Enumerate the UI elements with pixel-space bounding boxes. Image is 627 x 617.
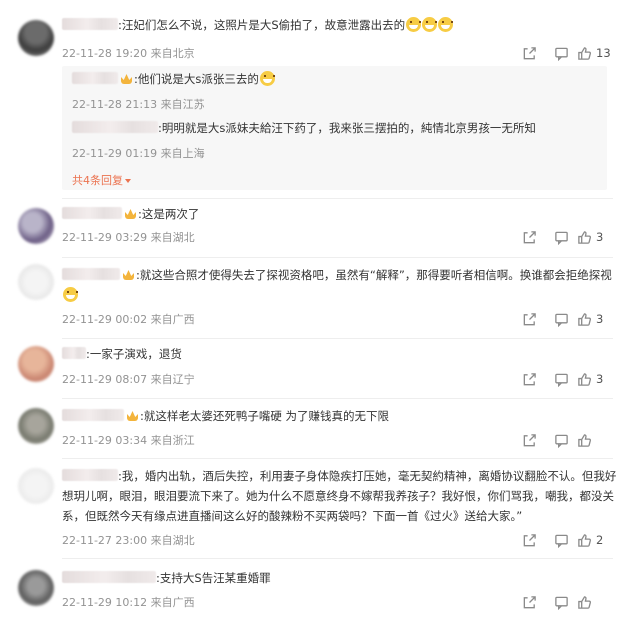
comment-icon[interactable] [545, 593, 577, 611]
like-icon [578, 595, 592, 609]
comment-icon[interactable] [545, 228, 577, 246]
divider [62, 257, 613, 258]
like-button[interactable]: 3 [577, 372, 613, 387]
share-icon[interactable] [513, 431, 545, 449]
comment-icon[interactable] [545, 44, 577, 62]
grin-emoji-icon [406, 17, 422, 32]
share-icon[interactable] [513, 531, 545, 549]
like-button[interactable] [577, 595, 613, 610]
thinking-emoji-icon [63, 287, 78, 302]
crown-badge-icon [127, 411, 138, 421]
divider [62, 558, 613, 559]
reply-list: :他们说是大s派张三去的 22-11-28 21:13 来自江苏 :明明就是大s… [62, 66, 607, 190]
comment-actions: 3 [513, 310, 613, 328]
comment-text: :这是两次了 [62, 205, 607, 224]
comment-actions [513, 593, 613, 611]
like-count: 13 [596, 46, 611, 60]
comment-meta: 22-11-28 19:20 来自北京 [62, 47, 195, 60]
like-icon [578, 372, 592, 386]
grin-emoji-icon [422, 17, 438, 32]
share-icon[interactable] [513, 228, 545, 246]
more-replies-link[interactable]: 共4条回复 [72, 172, 131, 188]
comment-actions: 3 [513, 370, 613, 388]
comment-icon[interactable] [545, 431, 577, 449]
reply-item: :明明就是大s派妹夫給汪下药了，我来张三摆拍的，純情北京男孩一无所知 22-11… [72, 119, 597, 160]
like-count: 3 [596, 372, 604, 386]
comment-actions: 13 [513, 44, 613, 62]
reply-text: :明明就是大s派妹夫給汪下药了，我来张三摆拍的，純情北京男孩一无所知 [72, 119, 536, 137]
divider [62, 338, 613, 339]
divider [62, 398, 613, 399]
like-count: 3 [596, 312, 604, 326]
like-button[interactable] [577, 433, 613, 448]
comment-icon[interactable] [545, 370, 577, 388]
comment-meta: 22-11-29 10:12 来自广西 [62, 596, 195, 609]
reply-text: :他们说是大s派张三去的 [72, 70, 275, 88]
like-button[interactable]: 3 [577, 312, 613, 327]
avatar[interactable] [18, 408, 54, 444]
comment-text: :支持大S告汪某重婚罪 [62, 569, 607, 588]
like-icon [578, 46, 592, 60]
wink-emoji-icon [259, 71, 275, 86]
comment-text: :就这样老太婆还死鸭子嘴硬 为了赚钱真的无下限 [62, 407, 607, 426]
like-count: 3 [596, 230, 604, 244]
username[interactable] [62, 268, 120, 280]
comment-actions: 2 [513, 531, 613, 549]
share-icon[interactable] [513, 44, 545, 62]
comment-actions [513, 431, 613, 449]
comment-feed: :汪妃们怎么不说，这照片是大S偷拍了，故意泄露出去的 22-11-28 19:2… [0, 0, 627, 617]
like-icon [578, 230, 592, 244]
username[interactable] [62, 409, 124, 421]
reply-meta: 22-11-29 01:19 来自上海 [72, 147, 205, 160]
share-icon[interactable] [513, 310, 545, 328]
avatar[interactable] [18, 20, 54, 56]
avatar[interactable] [18, 208, 54, 244]
comment-meta: 22-11-29 08:07 来自辽宁 [62, 373, 195, 386]
crown-badge-icon [123, 270, 134, 280]
chevron-down-icon [125, 179, 131, 183]
like-icon [578, 433, 592, 447]
comment-text: :就这些合照才使得失去了探视资格吧，虽然有“解释”，那得要听者相信啊。换谁都会拒… [62, 266, 612, 285]
username[interactable] [62, 207, 122, 219]
divider [62, 458, 613, 459]
avatar[interactable] [18, 264, 54, 300]
username[interactable] [72, 121, 158, 133]
like-count: 2 [596, 533, 604, 547]
crown-badge-icon [121, 74, 132, 84]
username[interactable] [62, 347, 86, 359]
like-button[interactable]: 2 [577, 533, 613, 548]
comment-meta: 22-11-29 03:34 来自浙江 [62, 434, 195, 447]
comment-text: :汪妃们怎么不说，这照片是大S偷拍了，故意泄露出去的 [62, 16, 607, 35]
avatar[interactable] [18, 570, 54, 606]
avatar[interactable] [18, 468, 54, 504]
reply-meta: 22-11-28 21:13 来自江苏 [72, 98, 205, 111]
comment-meta: 22-11-29 00:02 来自广西 [62, 313, 195, 326]
comment-text: :我，婚内出轨，酒后失控，利用妻子身体隐疾打压她，毫无契約精神，离婚协议翻脸不认… [62, 469, 617, 523]
share-icon[interactable] [513, 370, 545, 388]
divider [62, 198, 613, 199]
comment-actions: 3 [513, 228, 613, 246]
comment-meta: 22-11-29 03:29 来自湖北 [62, 231, 195, 244]
like-icon [578, 533, 592, 547]
comment-icon[interactable] [545, 310, 577, 328]
username[interactable] [62, 469, 118, 481]
grin-emoji-icon [438, 17, 454, 32]
username[interactable] [62, 18, 118, 30]
like-icon [578, 312, 592, 326]
username[interactable] [62, 571, 156, 583]
comment-text: :一家子演戏，退货 [62, 345, 607, 364]
like-button[interactable]: 3 [577, 230, 613, 245]
avatar[interactable] [18, 346, 54, 382]
like-button[interactable]: 13 [577, 46, 613, 61]
comment-meta: 22-11-27 23:00 来自湖北 [62, 534, 195, 547]
crown-badge-icon [125, 209, 136, 219]
username[interactable] [72, 72, 118, 84]
comment-icon[interactable] [545, 531, 577, 549]
share-icon[interactable] [513, 593, 545, 611]
reply-item: :他们说是大s派张三去的 22-11-28 21:13 来自江苏 [72, 70, 597, 111]
